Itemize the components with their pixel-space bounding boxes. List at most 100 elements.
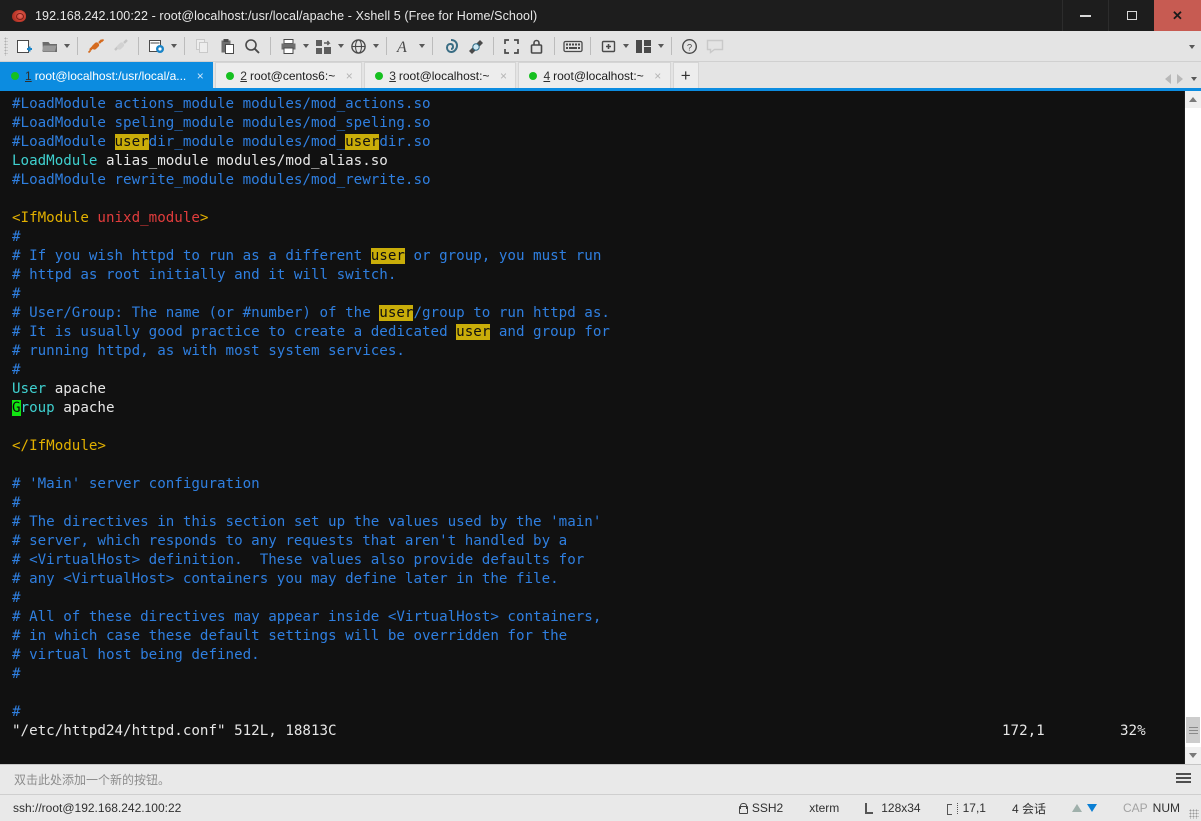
toolbar-separator <box>432 37 433 55</box>
maximize-button[interactable] <box>1108 0 1154 31</box>
lock-icon[interactable] <box>524 34 549 59</box>
connection-status: ssh://root@192.168.242.100:22 <box>13 801 182 815</box>
chat-icon[interactable] <box>702 34 727 59</box>
session-tab-4[interactable]: 4 root@localhost:~ × <box>518 62 671 88</box>
print-dropdown-icon[interactable] <box>303 44 309 48</box>
copy-icon[interactable] <box>190 34 215 59</box>
compose-bar-icon[interactable] <box>560 34 585 59</box>
paste-icon[interactable] <box>215 34 240 59</box>
scrollbar-down-button[interactable] <box>1185 747 1201 764</box>
terminal-scrollbar[interactable] <box>1184 91 1201 764</box>
terminal-line: #LoadModule rewrite_module modules/mod_r… <box>12 171 1184 190</box>
close-button[interactable]: ✕ <box>1154 0 1201 31</box>
full-screen-icon[interactable] <box>499 34 524 59</box>
open-session-dropdown-icon[interactable] <box>64 44 70 48</box>
title-bar: 192.168.242.100:22 - root@localhost:/usr… <box>0 0 1201 31</box>
font-icon[interactable]: A <box>392 34 417 59</box>
session-tab-1[interactable]: 1 root@localhost:/usr/local/a... × <box>0 62 214 88</box>
svg-text:?: ? <box>687 42 692 53</box>
scrollbar-track[interactable] <box>1185 108 1201 747</box>
minimize-button[interactable] <box>1062 0 1108 31</box>
new-tab-button[interactable]: + <box>672 62 699 88</box>
connect-icon[interactable] <box>83 34 108 59</box>
tab-number: 1 <box>25 68 32 83</box>
tab-label: root@localhost:/usr/local/a... <box>34 68 187 83</box>
terminal-line: <IfModule unixd_module> <box>12 209 1184 228</box>
terminal-text: unixd_module <box>97 210 200 226</box>
terminal-text: # running httpd, as with most system ser… <box>12 343 405 359</box>
tab-close-icon[interactable]: × <box>652 69 664 83</box>
terminal-text: # any <VirtualHost> containers you may d… <box>12 571 559 587</box>
session-tab-2[interactable]: 2 root@centos6:~ × <box>215 62 363 88</box>
tab-close-icon[interactable]: × <box>343 69 355 83</box>
tab-close-icon[interactable]: × <box>194 69 206 83</box>
hamburger-icon[interactable] <box>1176 773 1191 785</box>
scrollbar-thumb[interactable] <box>1186 717 1200 743</box>
screen-capture-icon[interactable] <box>463 34 488 59</box>
web-transfer-icon[interactable] <box>346 34 371 59</box>
close-icon: ✕ <box>1172 8 1183 23</box>
open-session-icon[interactable] <box>37 34 62 59</box>
quick-command-bar[interactable]: 双击此处添加一个新的按钮。 <box>0 764 1201 794</box>
arrange-layout-dropdown-icon[interactable] <box>658 44 664 48</box>
terminal-screen[interactable]: #LoadModule actions_module modules/mod_a… <box>0 91 1184 764</box>
new-session-icon[interactable] <box>12 34 37 59</box>
tab-status-icon <box>11 71 19 80</box>
toolbar-grip[interactable] <box>4 36 8 56</box>
tab-scroll-right-icon[interactable] <box>1177 74 1183 84</box>
add-panel-dropdown-icon[interactable] <box>623 44 629 48</box>
help-icon[interactable]: ? <box>677 34 702 59</box>
search-highlight: user <box>379 305 414 321</box>
log-session-icon[interactable] <box>438 34 463 59</box>
terminal-text: apache <box>54 400 115 416</box>
cursor-position-label: 17,1 <box>962 801 986 815</box>
print-icon[interactable] <box>276 34 301 59</box>
session-tab-3[interactable]: 3 root@localhost:~ × <box>364 62 517 88</box>
terminal-text: # <box>12 666 21 682</box>
terminal-text: /group to run httpd as. <box>413 305 610 321</box>
main-toolbar: A ? <box>0 31 1201 62</box>
toolbar-overflow[interactable] <box>1187 31 1197 62</box>
toolbar-overflow-chevron-down-icon[interactable] <box>1189 44 1195 49</box>
terminal-text: # virtual host being defined. <box>12 647 260 663</box>
session-count-label: 4 会话 <box>1011 801 1046 816</box>
terminal-text: and group for <box>490 324 610 340</box>
terminal-area: #LoadModule actions_module modules/mod_a… <box>0 91 1201 764</box>
vim-file-info: "/etc/httpd24/httpd.conf" 512L, 18813C <box>12 723 337 739</box>
terminal-text: LoadModule <box>12 153 98 169</box>
disconnect-icon[interactable] <box>108 34 133 59</box>
tab-list-chevron-down-icon[interactable] <box>1191 77 1197 81</box>
terminal-text: alias_module modules/mod_alias.so <box>97 153 388 169</box>
terminal-line: # <box>12 665 1184 684</box>
file-transfer-icon[interactable] <box>311 34 336 59</box>
arrange-layout-icon[interactable] <box>631 34 656 59</box>
font-dropdown-icon[interactable] <box>419 44 425 48</box>
session-properties-icon[interactable] <box>144 34 169 59</box>
tab-label: root@localhost:~ <box>553 68 644 83</box>
vim-status-line: "/etc/httpd24/httpd.conf" 512L, 18813C 17… <box>12 722 1184 741</box>
terminal-text: # httpd as root initially and it will sw… <box>12 267 397 283</box>
terminal-line: # running httpd, as with most system ser… <box>12 342 1184 361</box>
terminal-line: # any <VirtualHost> containers you may d… <box>12 570 1184 589</box>
tab-close-icon[interactable]: × <box>497 69 509 83</box>
status-bar: ssh://root@192.168.242.100:22 SSH2 xterm… <box>0 794 1201 821</box>
web-transfer-dropdown-icon[interactable] <box>373 44 379 48</box>
terminal-text: > <box>199 210 209 226</box>
tab-number: 4 <box>543 68 551 83</box>
terminal-line: # <box>12 589 1184 608</box>
tab-scroll-left-icon[interactable] <box>1165 74 1171 84</box>
session-properties-dropdown-icon[interactable] <box>171 44 177 48</box>
scrollbar-up-button[interactable] <box>1185 91 1201 108</box>
terminal-text: # It is usually good practice to create … <box>12 324 457 340</box>
find-icon[interactable] <box>240 34 265 59</box>
download-arrow-icon <box>1086 804 1097 812</box>
add-panel-icon[interactable] <box>596 34 621 59</box>
terminal-line: # It is usually good practice to create … <box>12 323 1184 342</box>
tab-status-icon <box>375 71 384 80</box>
vim-cursor-position: 172,1 <box>1002 723 1045 739</box>
window-resize-grip[interactable] <box>1189 809 1199 819</box>
terminal-line: # <box>12 703 1184 722</box>
file-transfer-dropdown-icon[interactable] <box>338 44 344 48</box>
